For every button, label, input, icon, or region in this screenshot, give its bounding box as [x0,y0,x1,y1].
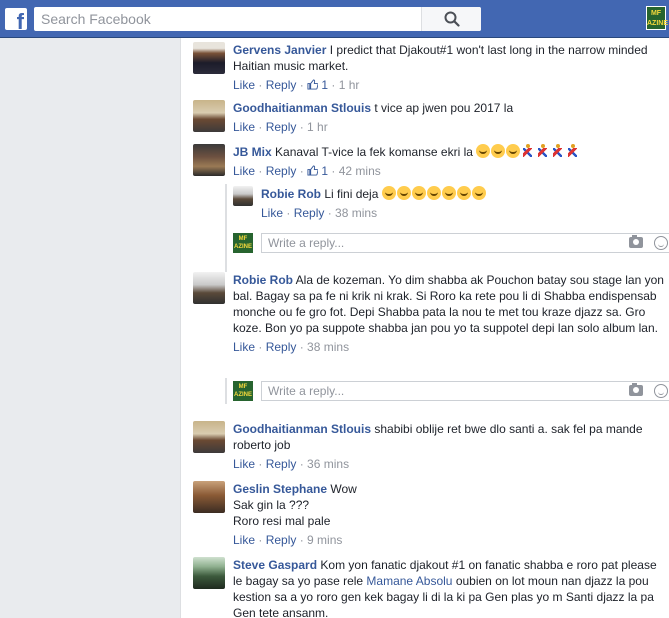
thumbs-up-icon [307,165,319,176]
search-input[interactable] [34,7,439,31]
comment-author[interactable]: Robie Rob [233,273,293,287]
avatar: MF AZINE [233,233,253,253]
profile-avatar[interactable]: MF AZINE [646,6,668,30]
like-link[interactable]: Like [233,457,255,471]
reply-input[interactable] [262,234,582,252]
avatar[interactable] [193,42,225,74]
like-link[interactable]: Like [261,206,283,220]
timestamp[interactable]: 1 hr [339,78,360,92]
comment-actions: Like · Reply · 1 · 1 hr [233,78,360,92]
comment-text: Wow [330,482,357,496]
comment-text: t vice ap jwen pou 2017 la [374,101,514,115]
emoji-icon[interactable] [654,236,668,250]
comment-author[interactable]: Goodhaitianman Stlouis [233,422,371,436]
timestamp[interactable]: 38 mins [335,206,377,220]
top-navigation-bar: f MF AZINE [0,0,669,38]
facebook-logo-icon[interactable]: f [5,8,27,33]
like-link[interactable]: Like [233,340,255,354]
thumbs-up-icon [307,79,319,90]
avatar: MF AZINE [233,381,253,401]
like-link[interactable]: Like [233,78,255,92]
reply-link[interactable]: Reply [266,340,297,354]
camera-icon[interactable] [629,383,643,396]
camera-icon[interactable] [629,235,643,248]
reply-input[interactable] [262,382,582,400]
timestamp[interactable]: 9 mins [307,533,342,547]
comment-actions: Like · Reply · 1 · 42 mins [233,164,381,178]
reply-input-box [261,381,669,401]
comment-actions: Like · Reply · 1 hr [233,120,328,134]
timestamp[interactable]: 38 mins [307,340,349,354]
comment-text: Kanaval T-vice la fek komanse ekri la [275,145,473,159]
comment-text: Ala de kozeman. Yo dim shabba ak Pouchon… [233,273,664,335]
comment-text: Li fini deja [324,187,379,201]
timestamp[interactable]: 36 mins [307,457,349,471]
comment-author[interactable]: Gervens Janvier [233,43,326,57]
mention-link[interactable]: Mamane Absolu [366,574,452,588]
timestamp[interactable]: 42 mins [339,164,381,178]
comment-author[interactable]: JB Mix [233,145,272,159]
avatar[interactable] [193,272,225,304]
reply-link[interactable]: Reply [266,120,297,134]
reply-link[interactable]: Reply [266,533,297,547]
like-link[interactable]: Like [233,164,255,178]
avatar[interactable] [193,557,225,589]
comment-text-line: Roro resi mal pale [233,514,331,528]
reply-link[interactable]: Reply [266,78,297,92]
reply-thread-line [225,184,227,272]
avatar[interactable] [193,144,225,176]
reply-link[interactable]: Reply [294,206,325,220]
comment-actions: Like · Reply · 38 mins [233,340,350,354]
comment-author[interactable]: Steve Gaspard [233,558,317,572]
grinning-emoji-icon [381,186,487,201]
comment-author[interactable]: Geslin Stephane [233,482,327,496]
avatar[interactable] [193,481,225,513]
like-link[interactable]: Like [233,120,255,134]
search-button[interactable] [421,7,481,31]
comment-author[interactable]: Robie Rob [261,187,321,201]
search-box [34,7,481,31]
timestamp[interactable]: 1 hr [307,120,328,134]
reply-input-box [261,233,669,253]
comment-author[interactable]: Goodhaitianman Stlouis [233,101,371,115]
reply-link[interactable]: Reply [266,457,297,471]
emoji-icon[interactable] [654,384,668,398]
reply-link[interactable]: Reply [266,164,297,178]
grinning-emoji-icon [476,144,521,159]
avatar[interactable] [233,186,253,206]
comment-actions: Like · Reply · 36 mins [233,457,350,471]
comment-actions: Like · Reply · 38 mins [261,206,378,220]
search-icon [444,11,460,27]
avatar[interactable] [193,100,225,132]
reply-thread-line [225,378,227,404]
comments-panel: Gervens Janvier I predict that Djakout#1… [180,38,669,618]
like-link[interactable]: Like [233,533,255,547]
runner-emoji-icon [521,144,581,159]
avatar[interactable] [193,421,225,453]
comment-text-line: Sak gin la ??? [233,498,310,512]
comment-actions: Like · Reply · 9 mins [233,533,343,547]
